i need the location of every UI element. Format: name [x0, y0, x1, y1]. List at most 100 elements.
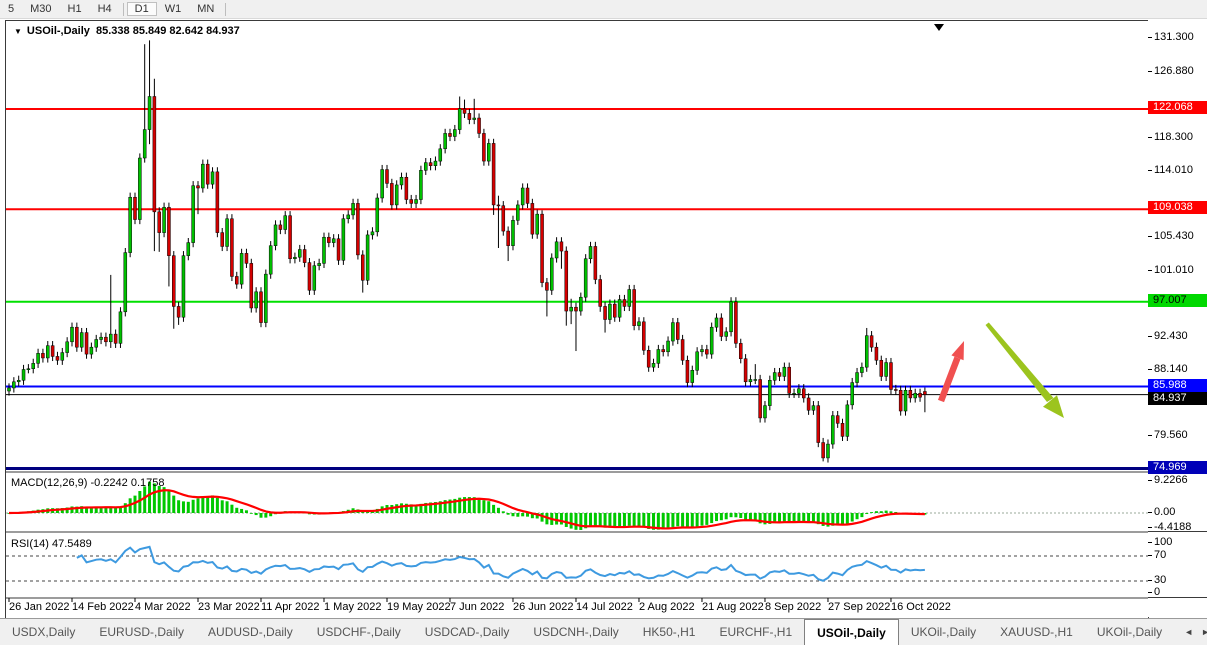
date-axis-label: 14 Feb 2022	[71, 601, 134, 613]
candle-body	[738, 343, 743, 359]
candle-body	[797, 388, 801, 394]
price-axis-tick: 126.880	[1148, 65, 1194, 77]
chart-window[interactable]: ▼ USOil-,Daily 85.338 85.849 82.642 84.93…	[5, 20, 1149, 619]
price-level-badge: 122.068	[1148, 101, 1207, 115]
chart-tab-audusd-daily[interactable]: AUDUSD-,Daily	[196, 619, 305, 645]
timeframe-button-h1[interactable]: H1	[60, 2, 90, 16]
candle-body	[404, 176, 409, 200]
macd-histogram-bar	[681, 513, 685, 527]
chart-tab-eurchf-h1[interactable]: EURCHF-,H1	[707, 619, 804, 645]
macd-histogram-bar	[632, 513, 636, 527]
candle-body	[792, 393, 796, 395]
timeframe-button-mn[interactable]: MN	[189, 2, 222, 16]
macd-histogram-bar	[729, 513, 733, 518]
candle-body	[239, 253, 244, 285]
axis-panel-separator	[1148, 597, 1207, 598]
tabs-scroll-right-icon[interactable]: ►	[1201, 627, 1207, 637]
macd-histogram-bar	[622, 513, 626, 527]
candle-body	[874, 346, 879, 361]
macd-histogram-bar	[177, 500, 181, 513]
price-axis[interactable]: 131.300 126.880 118.300 114.010 105.430 101.0…	[1148, 20, 1207, 617]
candle-body	[312, 265, 317, 291]
macd-axis-tick: 0.00	[1148, 506, 1175, 518]
candle-body	[651, 363, 656, 368]
timeframe-button-h4[interactable]: H4	[90, 2, 120, 16]
candle-body	[637, 321, 641, 326]
candle-body	[540, 213, 544, 283]
candle-body	[472, 117, 476, 120]
candle-body	[559, 241, 564, 252]
macd-histogram-bar	[792, 513, 796, 522]
chart-tab-usdcad-daily[interactable]: USDCAD-,Daily	[413, 619, 522, 645]
candle-body	[46, 345, 50, 359]
rsi-line	[76, 545, 925, 582]
price-axis-tick: 131.300	[1148, 31, 1194, 43]
candle-body	[496, 204, 501, 207]
candle-body	[923, 391, 927, 395]
tabs-scroll-left-icon[interactable]: ◄	[1184, 627, 1193, 637]
candle-body	[307, 262, 312, 291]
macd-histogram-bar	[782, 513, 786, 522]
candle-body	[598, 279, 602, 307]
candle-body	[327, 236, 331, 243]
candle-body	[390, 183, 394, 206]
chart-tab-usdx-daily[interactable]: USDX,Daily	[0, 619, 87, 645]
macd-histogram-bar	[559, 513, 563, 525]
candle-body	[94, 339, 98, 348]
chart-tab-hk50-h1[interactable]: HK50-,H1	[631, 619, 708, 645]
chart-tab-usoil-daily[interactable]: USOil-,Daily	[804, 619, 899, 645]
candle-body	[860, 366, 864, 373]
macd-histogram-bar	[695, 513, 699, 527]
candle-body	[574, 306, 578, 312]
candle-body	[516, 204, 520, 221]
macd-histogram-bar	[598, 513, 602, 527]
candle-body	[409, 199, 413, 204]
candle-body	[695, 351, 699, 371]
macd-histogram-bar	[172, 495, 176, 513]
macd-histogram-bar	[579, 513, 583, 530]
macd-histogram-bar	[215, 497, 219, 513]
chart-tab-ukoil-daily-2[interactable]: UKOil-,Daily	[1085, 619, 1174, 645]
macd-histogram-bar	[400, 503, 404, 513]
candle-body	[709, 326, 714, 355]
candle-body	[772, 372, 777, 381]
candle-body	[210, 171, 215, 185]
candle-body	[60, 352, 65, 361]
candle-body	[55, 356, 60, 361]
timeframe-button-w1[interactable]: W1	[157, 2, 190, 16]
chart-canvas[interactable]	[6, 21, 1148, 618]
timeframe-button-5[interactable]: 5	[0, 2, 22, 16]
candle-body	[443, 133, 447, 150]
chart-tab-eurusd-daily[interactable]: EURUSD-,Daily	[87, 619, 196, 645]
macd-histogram-bar	[710, 513, 714, 524]
candle-body	[268, 245, 273, 275]
candle-body	[898, 390, 903, 412]
candle-body	[457, 108, 462, 130]
chart-tab-usdcnh-daily[interactable]: USDCNH-,Daily	[521, 619, 630, 645]
candle-body	[501, 205, 506, 232]
candle-body	[205, 163, 210, 185]
macd-histogram-bar	[671, 513, 675, 527]
candle-body	[763, 405, 767, 419]
timeframe-button-d1[interactable]: D1	[126, 2, 157, 16]
candle-body	[288, 215, 292, 260]
macd-histogram-bar	[724, 513, 728, 520]
timeframe-button-m30[interactable]: M30	[22, 2, 59, 16]
chart-tab-usdchf-daily[interactable]: USDCHF-,Daily	[305, 619, 413, 645]
chart-tab-xauusd-h1[interactable]: XAUUSD-,H1	[988, 619, 1085, 645]
candle-body	[680, 339, 685, 361]
price-axis-tick: 101.010	[1148, 264, 1194, 276]
candle-body	[341, 218, 346, 261]
candle-body	[225, 218, 229, 247]
candle-body	[375, 197, 380, 233]
timeframe-toolbar: 5 M30 H1 H4 D1 W1 MN	[0, 0, 1207, 19]
candle-body	[588, 246, 593, 260]
chart-tab-ukoil-daily[interactable]: UKOil-,Daily	[899, 619, 988, 645]
macd-axis-tick: 9.2266	[1148, 474, 1188, 486]
candle-body	[370, 231, 375, 236]
macd-histogram-bar	[618, 513, 622, 528]
macd-histogram-bar	[884, 510, 888, 513]
candle-body	[157, 211, 161, 233]
candle-body	[462, 108, 467, 114]
candle-body	[181, 255, 186, 318]
